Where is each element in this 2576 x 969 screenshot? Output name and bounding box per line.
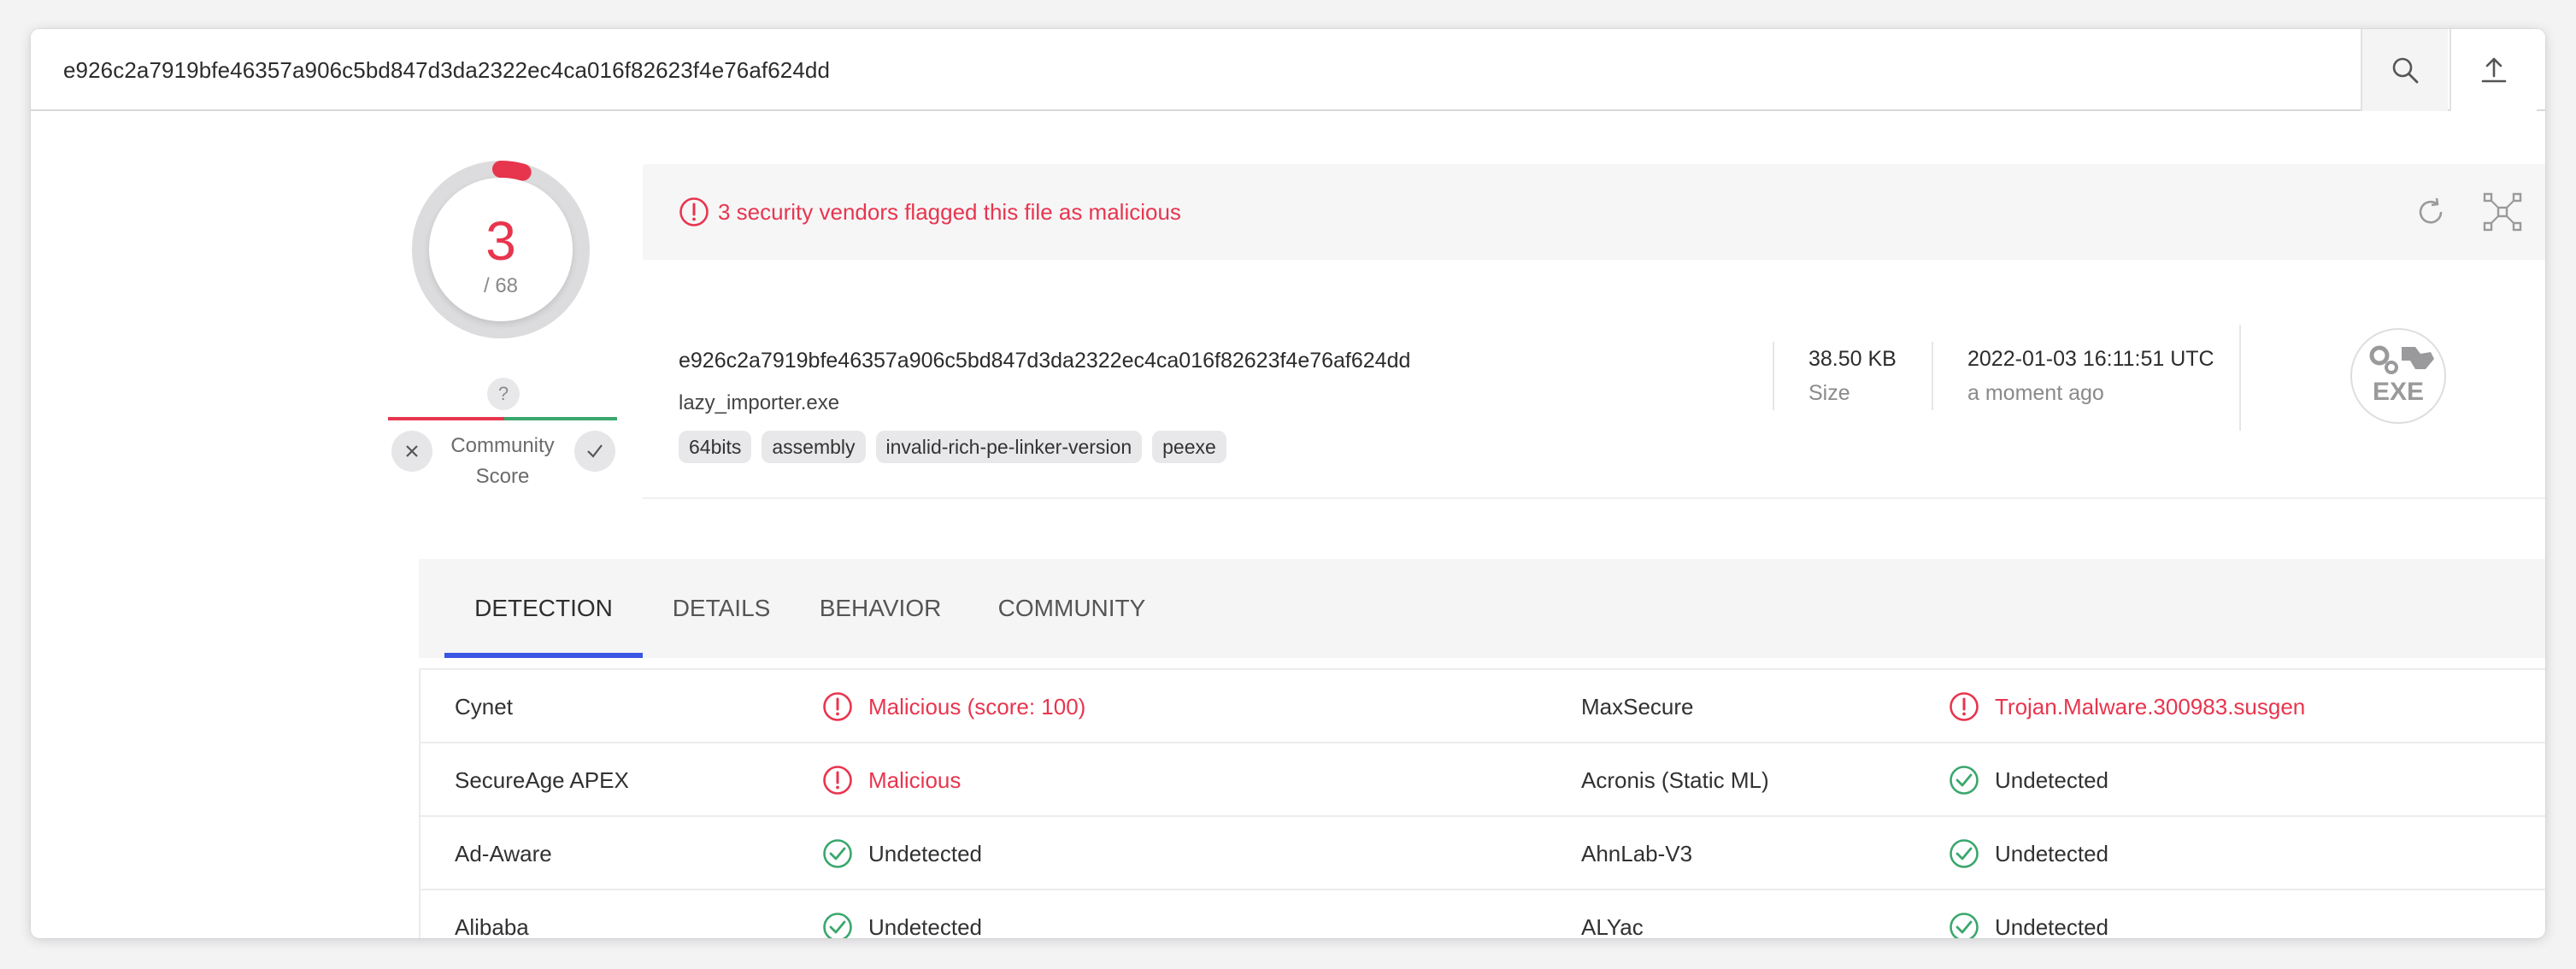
browser-window: e926c2a7919bfe46357a906c5bd847d3da2322ec…	[31, 29, 2545, 938]
file-hash[interactable]: e926c2a7919bfe46357a906c5bd847d3da2322ec…	[679, 349, 1410, 373]
file-size-value: 38.50 KB	[1808, 347, 1897, 371]
search-input[interactable]: e926c2a7919bfe46357a906c5bd847d3da2322ec…	[63, 29, 830, 111]
check-circle-icon	[1949, 765, 1979, 802]
check-circle-icon	[822, 838, 853, 875]
detections-table: Cynet Malicious (score: 100) MaxSecure Troj…	[419, 668, 2545, 938]
check-circle-icon	[1949, 838, 1979, 875]
file-size-label: Size	[1808, 381, 1850, 405]
detection-row: Cynet Malicious (score: 100) MaxSecure Troj…	[421, 670, 2545, 743]
detection-row: Alibaba Undetected ALYac Undetected	[421, 890, 2545, 938]
alert-icon	[1949, 691, 1979, 728]
upload-button[interactable]	[2450, 29, 2537, 111]
gears-icon	[2369, 345, 2434, 374]
community-bar-positive	[504, 417, 617, 420]
detection-count: 3	[485, 210, 516, 272]
upload-icon	[2481, 57, 2507, 83]
malicious-result[interactable]: Malicious	[868, 743, 961, 817]
alert-icon	[822, 691, 853, 728]
search-icon	[2392, 57, 2419, 84]
tab-behavior[interactable]: BEHAVIOR	[800, 559, 961, 658]
detection-score-gauge: 3 / 68	[412, 161, 590, 338]
engine-name: SecureAge APEX	[455, 767, 629, 793]
last-analysis-date: 2022-01-03 16:11:51 UTC	[1967, 347, 2214, 371]
engine-name: MaxSecure	[1581, 694, 1694, 719]
tab-community[interactable]: COMMUNITY	[978, 559, 1166, 658]
file-type-label: EXE	[2372, 378, 2425, 406]
community-score: ? Community Score	[388, 378, 617, 531]
active-tab-indicator	[444, 653, 643, 658]
detection-row: SecureAge APEX Malicious Acronis (Static M…	[421, 743, 2545, 817]
engine-name: Alibaba	[455, 914, 529, 938]
detection-alert: 3 security vendors flagged this file as …	[643, 164, 2545, 260]
community-score-label: Community Score	[450, 434, 555, 488]
malicious-result[interactable]: Trojan.Malware.300983.susgen	[1995, 670, 2305, 743]
file-tag[interactable]: invalid-rich-pe-linker-version	[875, 431, 1143, 463]
undetected-result: Undetected	[1995, 767, 2108, 793]
check-circle-icon	[1949, 912, 1979, 938]
engine-name: AhnLab-V3	[1581, 841, 1693, 866]
undetected-result: Undetected	[868, 841, 982, 866]
detection-row: Ad-Aware Undetected AhnLab-V3 Undetected	[421, 817, 2545, 890]
alert-message: 3 security vendors flagged this file as …	[718, 199, 1181, 225]
file-tag[interactable]: assembly	[762, 431, 866, 463]
divider	[2239, 325, 2241, 431]
divider	[1773, 342, 1774, 410]
malicious-result[interactable]: Malicious (score: 100)	[868, 670, 1085, 743]
undetected-result: Undetected	[1995, 841, 2108, 866]
engine-name: Cynet	[455, 694, 513, 719]
file-type-badge: EXE	[2350, 328, 2446, 424]
tab-detection[interactable]: DETECTION	[444, 559, 643, 658]
file-name: lazy_importer.exe	[679, 391, 840, 414]
vote-malicious-button[interactable]	[391, 431, 432, 472]
undetected-result: Undetected	[868, 914, 982, 938]
vote-harmless-button[interactable]	[574, 431, 615, 472]
report-tabs: DETECTION DETAILS BEHAVIOR COMMUNITY	[419, 559, 2545, 658]
check-icon	[587, 444, 603, 458]
search-button[interactable]	[2361, 29, 2448, 111]
community-unknown-badge: ?	[487, 378, 520, 410]
engine-name: Ad-Aware	[455, 841, 552, 866]
reanalyze-icon[interactable]	[2414, 195, 2448, 229]
check-circle-icon	[822, 912, 853, 938]
community-bar-negative	[388, 417, 504, 420]
engine-name: Acronis (Static ML)	[1581, 767, 1769, 793]
last-analysis-relative: a moment ago	[1967, 381, 2104, 405]
divider	[1932, 342, 1933, 410]
graph-view-icon[interactable]	[2482, 191, 2523, 232]
engine-name: ALYac	[1581, 914, 1644, 938]
file-info-card: e926c2a7919bfe46357a906c5bd847d3da2322ec…	[643, 260, 2545, 499]
alert-icon	[822, 765, 853, 802]
file-tags: 64bits assembly invalid-rich-pe-linker-v…	[679, 431, 1226, 463]
undetected-result: Undetected	[1995, 914, 2108, 938]
file-tag[interactable]: 64bits	[679, 431, 752, 463]
close-icon	[406, 445, 418, 457]
engine-total: / 68	[483, 274, 519, 297]
search-bar: e926c2a7919bfe46357a906c5bd847d3da2322ec…	[31, 29, 2545, 111]
file-tag[interactable]: peexe	[1152, 431, 1226, 463]
tab-details[interactable]: DETAILS	[660, 559, 783, 658]
alert-icon	[679, 197, 709, 226]
